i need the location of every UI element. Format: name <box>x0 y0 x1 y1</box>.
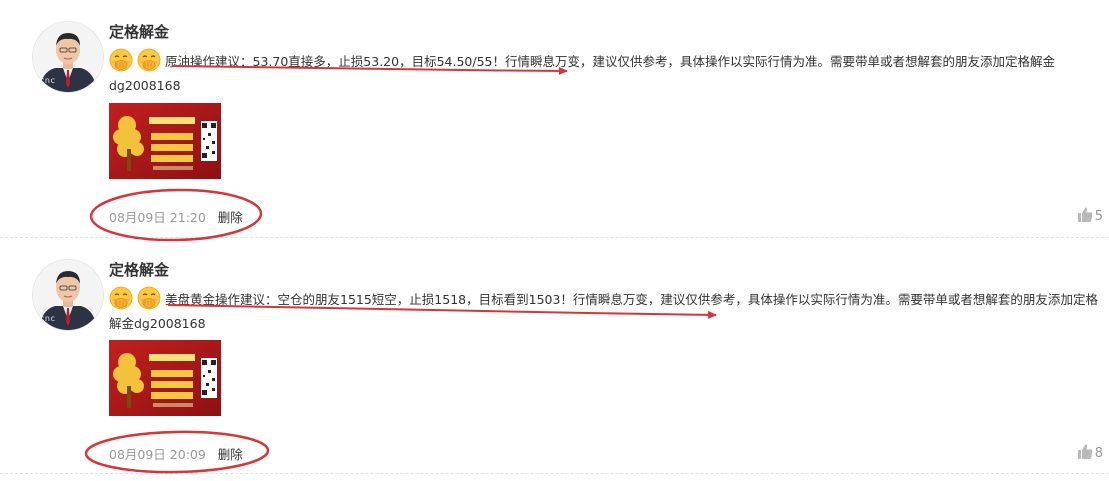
like-count: 5 <box>1094 209 1103 224</box>
post-item: cnc 定格解金 美盘黄金操作建议：空仓的朋友1515短空，止损1518，目标看… <box>0 238 1109 474</box>
thumbs-up-icon <box>1077 444 1093 459</box>
post-time: 08月09日 20:09 <box>109 447 206 462</box>
post-text: 美盘黄金操作建议：空仓的朋友1515短空，止损1518，目标看到1503！行情瞬… <box>109 286 1099 336</box>
post-text-body: 美盘黄金操作建议：空仓的朋友1515短空，止损1518，目标看到1503！行情瞬… <box>109 292 1098 331</box>
post-text-body: 原油操作建议：53.70直接多，止损53.20，目标54.50/55！行情瞬息万… <box>109 54 1055 93</box>
promo-image[interactable] <box>109 340 221 416</box>
like-button[interactable]: 5 <box>1077 207 1103 224</box>
cover-mouth-emoji-icon <box>137 48 161 72</box>
cover-mouth-emoji-icon <box>109 286 133 310</box>
avatar-watermark: cnc <box>40 76 56 85</box>
author-name[interactable]: 定格解金 <box>109 21 169 42</box>
post-meta: 08月09日 21:20 删除 <box>109 207 243 226</box>
like-count: 8 <box>1094 446 1103 461</box>
thumbs-up-icon <box>1077 207 1093 222</box>
post-item: cnc 定格解金 原油操作建议：53.70直接多，止损53.20，目标54.50… <box>0 0 1109 238</box>
author-avatar[interactable]: cnc <box>33 260 103 330</box>
author-name[interactable]: 定格解金 <box>109 259 169 280</box>
avatar-watermark: cnc <box>40 314 56 323</box>
post-meta: 08月09日 20:09 删除 <box>109 444 243 463</box>
like-button[interactable]: 8 <box>1077 444 1103 461</box>
cover-mouth-emoji-icon <box>109 48 133 72</box>
author-avatar[interactable]: cnc <box>33 22 103 92</box>
promo-image[interactable] <box>109 103 221 179</box>
delete-link[interactable]: 删除 <box>218 210 243 225</box>
post-text: 原油操作建议：53.70直接多，止损53.20，目标54.50/55！行情瞬息万… <box>109 48 1099 98</box>
post-time: 08月09日 21:20 <box>109 210 206 225</box>
delete-link[interactable]: 删除 <box>218 447 243 462</box>
cover-mouth-emoji-icon <box>137 286 161 310</box>
